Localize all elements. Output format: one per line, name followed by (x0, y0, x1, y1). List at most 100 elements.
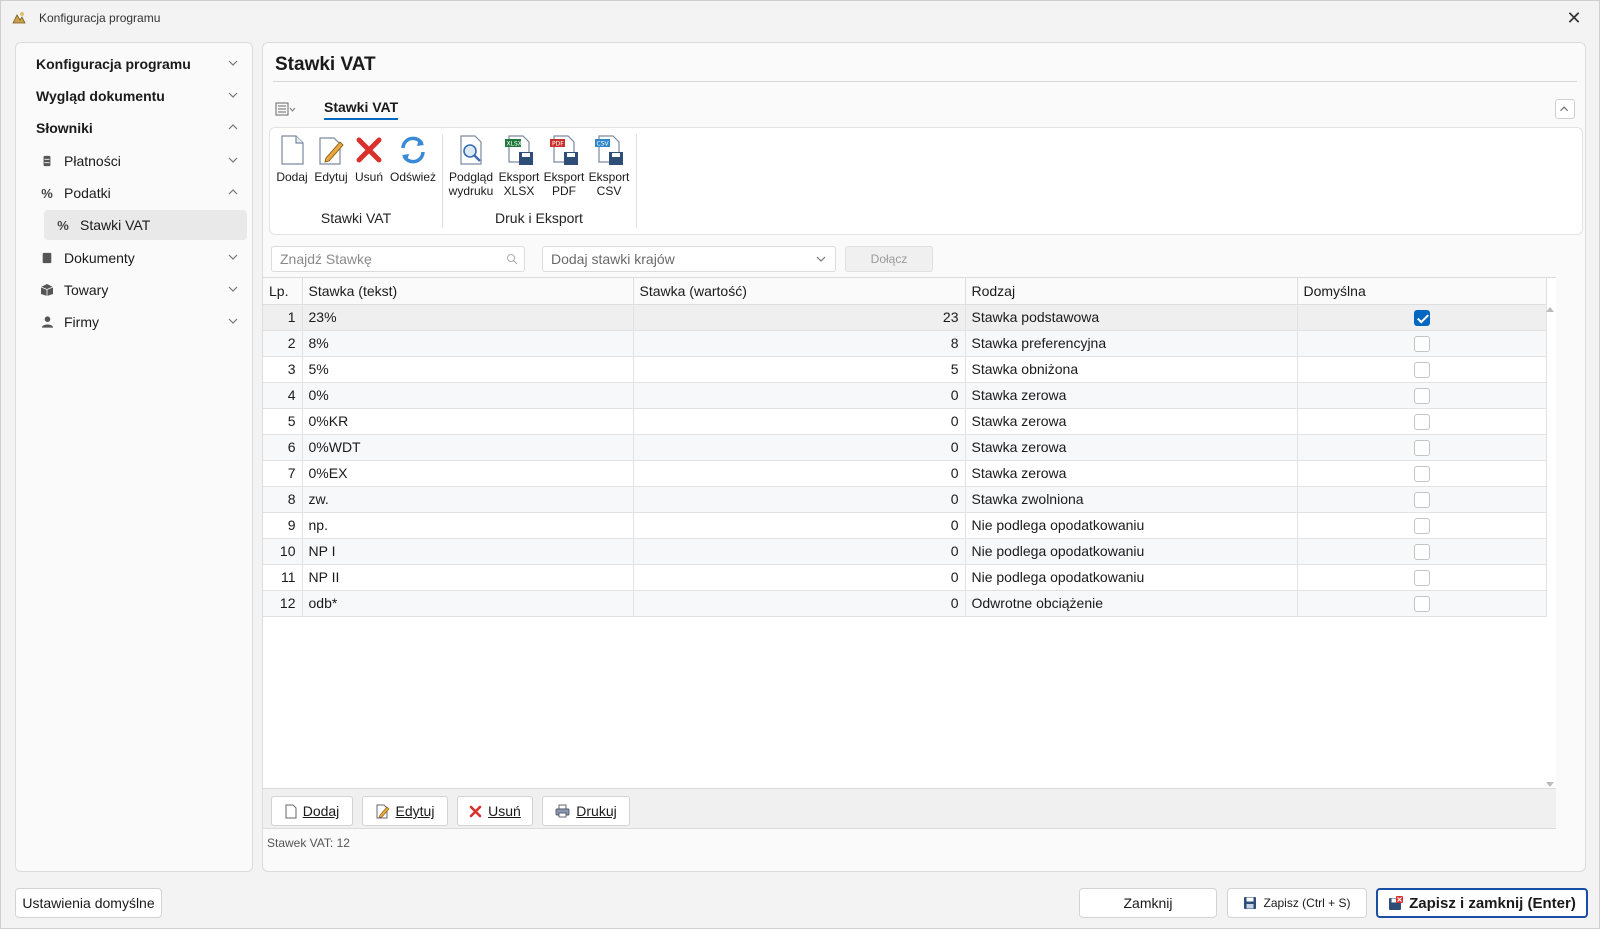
export-csv-icon: CSV (595, 135, 623, 165)
sidebar-item-wyglad[interactable]: Wygląd dokumentu (22, 81, 247, 111)
cell-rate-text: odb* (302, 590, 634, 617)
page-title: Stawki VAT (275, 54, 376, 75)
cell-lp: 1 (263, 304, 303, 331)
table-row[interactable]: 4 0% 0 Stawka zerowa (263, 382, 1547, 409)
cell-rate-type: Stawka zerowa (965, 460, 1298, 487)
table-row[interactable]: 1 23% 23 Stawka podstawowa (263, 304, 1547, 331)
table-row[interactable]: 5 0%KR 0 Stawka zerowa (263, 408, 1547, 435)
document-icon (40, 251, 54, 265)
cell-default (1297, 512, 1547, 539)
default-checkbox[interactable] (1413, 543, 1430, 560)
ribbon-separator (636, 134, 637, 228)
add-button[interactable]: Dodaj (271, 796, 353, 826)
col-header-type[interactable]: Rodzaj (965, 278, 1298, 305)
cell-rate-type: Nie podlega opodatkowaniu (965, 512, 1298, 539)
default-checkbox[interactable] (1413, 491, 1430, 508)
table-row[interactable]: 12 odb* 0 Odwrotne obciążenie (263, 590, 1547, 617)
title-bar: Konfiguracja programu ✕ (1, 1, 1599, 35)
sidebar-item-platnosci[interactable]: Płatności (22, 146, 247, 176)
window-title: Konfiguracja programu (39, 11, 161, 25)
col-header-default[interactable]: Domyślna (1297, 278, 1547, 305)
table-row[interactable]: 8 zw. 0 Stawka zwolniona (263, 486, 1547, 513)
ribbon-delete-button[interactable]: Usuń (352, 134, 386, 204)
default-checkbox[interactable] (1413, 387, 1430, 404)
scroll-up-icon[interactable] (1546, 307, 1554, 312)
ribbon-refresh-button[interactable]: Odśwież (388, 134, 438, 204)
sidebar-item-stawki-vat[interactable]: % Stawki VAT (44, 210, 247, 240)
cell-default (1297, 486, 1547, 513)
sidebar-item-dokumenty[interactable]: Dokumenty (22, 243, 247, 273)
col-header-value[interactable]: Stawka (wartość) (633, 278, 966, 305)
delete-button[interactable]: Usuń (457, 796, 533, 826)
ribbon-add-button[interactable]: Dodaj (274, 134, 310, 204)
status-count: Stawek VAT: 12 (267, 836, 350, 850)
table-row[interactable]: 3 5% 5 Stawka obniżona (263, 356, 1547, 383)
quick-access-menu-icon[interactable] (275, 101, 297, 117)
default-checkbox[interactable] (1413, 595, 1430, 612)
table-row[interactable]: 9 np. 0 Nie podlega opodatkowaniu (263, 512, 1547, 539)
close-window-icon[interactable]: ✕ (1563, 7, 1585, 29)
cell-rate-value: 0 (633, 382, 966, 409)
default-checkbox[interactable] (1413, 517, 1430, 534)
save-button[interactable]: Zapisz (Ctrl + S) (1227, 888, 1367, 918)
table-row[interactable]: 11 NP II 0 Nie podlega opodatkowaniu (263, 564, 1547, 591)
default-checkbox[interactable] (1413, 439, 1430, 456)
default-checkbox[interactable] (1413, 361, 1430, 378)
sidebar-item-towary[interactable]: Towary (22, 275, 247, 305)
tab-stawki-vat[interactable]: Stawki VAT (324, 99, 399, 120)
cell-rate-type: Stawka zerowa (965, 382, 1298, 409)
chevron-up-icon (1560, 106, 1569, 112)
delete-x-icon (356, 137, 382, 163)
sidebar-item-podatki[interactable]: % Podatki (22, 178, 247, 208)
edit-button[interactable]: Edytuj (362, 796, 448, 826)
scroll-down-icon[interactable] (1546, 782, 1554, 787)
col-header-text[interactable]: Stawka (tekst) (302, 278, 634, 305)
save-and-close-button[interactable]: Zapisz i zamknij (Enter) (1376, 888, 1588, 918)
cell-default (1297, 590, 1547, 617)
default-checkbox[interactable] (1413, 569, 1430, 586)
table-row[interactable]: 7 0%EX 0 Stawka zerowa (263, 460, 1547, 487)
ribbon-edit-button[interactable]: Edytuj (312, 134, 350, 204)
cell-rate-type: Nie podlega opodatkowaniu (965, 564, 1298, 591)
cell-default (1297, 382, 1547, 409)
table-row[interactable]: 6 0%WDT 0 Stawka zerowa (263, 434, 1547, 461)
country-rates-combo[interactable]: Dodaj stawki krajów (542, 246, 836, 272)
sidebar-item-firmy[interactable]: Firmy (22, 307, 247, 337)
cell-default (1297, 460, 1547, 487)
sidebar-item-konfiguracja[interactable]: Konfiguracja programu (22, 49, 247, 79)
collapse-ribbon-button[interactable] (1555, 99, 1575, 119)
cell-default (1297, 564, 1547, 591)
new-document-icon (285, 804, 297, 818)
table-row[interactable]: 10 NP I 0 Nie podlega opodatkowaniu (263, 538, 1547, 565)
sidebar-item-slowniki[interactable]: Słowniki (22, 113, 247, 143)
save-disk-icon (1244, 897, 1257, 909)
ribbon-print-preview-button[interactable]: Podgląd wydruku (447, 134, 495, 204)
ribbon-export-xlsx-button[interactable]: XLSX Eksport XLSX (497, 134, 541, 204)
print-button[interactable]: Drukuj (542, 796, 630, 826)
ribbon-group-label: Stawki VAT (320, 210, 392, 226)
cell-rate-text: 23% (302, 304, 634, 331)
cell-default (1297, 538, 1547, 565)
col-header-lp[interactable]: Lp. (263, 278, 303, 305)
cell-rate-value: 23 (633, 304, 966, 331)
search-input[interactable] (280, 251, 500, 267)
percent-icon: % (41, 185, 53, 201)
default-checkbox[interactable] (1413, 465, 1430, 482)
print-preview-icon (460, 135, 482, 165)
default-checkbox[interactable] (1413, 335, 1430, 352)
join-button[interactable]: Dołącz (845, 246, 933, 272)
cell-lp: 11 (263, 564, 303, 591)
close-button[interactable]: Zamknij (1079, 888, 1217, 918)
cell-lp: 12 (263, 590, 303, 617)
defaults-button[interactable]: Ustawienia domyślne (15, 888, 162, 918)
cell-rate-text: 0%WDT (302, 434, 634, 461)
vertical-scrollbar[interactable] (1544, 305, 1556, 789)
cell-rate-type: Odwrotne obciążenie (965, 590, 1298, 617)
ribbon-export-pdf-button[interactable]: PDF Eksport PDF (542, 134, 586, 204)
cell-rate-value: 0 (633, 512, 966, 539)
ribbon-export-csv-button[interactable]: CSV Eksport CSV (587, 134, 631, 204)
table-row[interactable]: 2 8% 8 Stawka preferencyjna (263, 330, 1547, 357)
edit-icon (376, 804, 389, 818)
default-checkbox[interactable] (1413, 309, 1430, 326)
default-checkbox[interactable] (1413, 413, 1430, 430)
